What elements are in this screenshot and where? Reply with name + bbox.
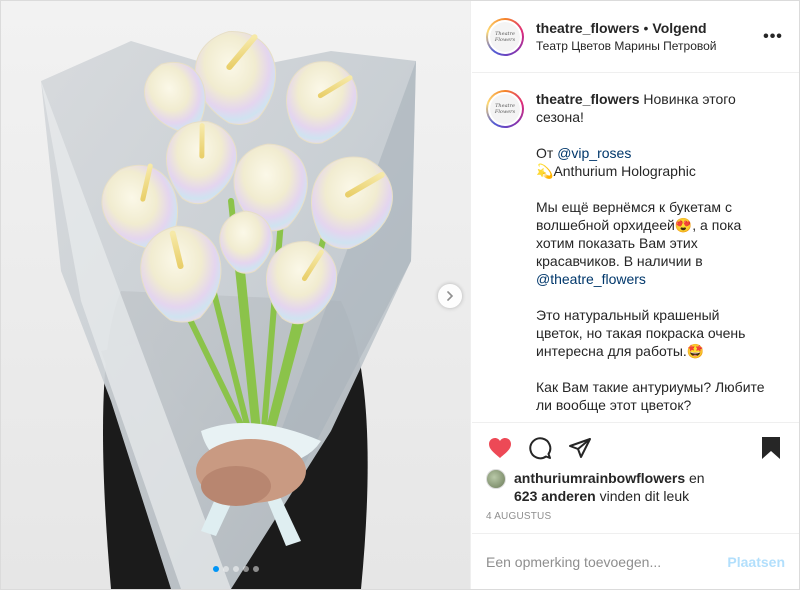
caption-avatar[interactable]: Theatre Flowers [486, 90, 524, 128]
more-icon: ••• [763, 27, 783, 45]
profile-logo: Theatre Flowers [490, 94, 520, 124]
post-date[interactable]: 4 AUGUSTUS [486, 511, 551, 522]
post-comment-button[interactable]: Plaatsen [727, 554, 785, 570]
mention-link[interactable]: @theatre_flowers [536, 271, 646, 287]
likes-and: en [685, 470, 705, 486]
separator-dot: • [643, 20, 649, 36]
caption-scroll-area[interactable]: Theatre Flowers theatre_flowers Новинка … [472, 74, 799, 422]
post-photo[interactable] [1, 1, 471, 589]
mention-link[interactable]: @vip_roses [557, 145, 631, 161]
bookmark-icon [762, 436, 780, 459]
comment-button[interactable] [520, 428, 560, 468]
header-username[interactable]: theatre_flowers [536, 20, 639, 36]
sparkle-emoji: 💫 [536, 163, 554, 179]
heart-icon [489, 437, 511, 458]
caption-text: theatre_flowers Новинка этого сезона! От… [536, 90, 766, 422]
caption-from-prefix: От [536, 145, 558, 161]
likes-suffix: vinden dit leuk [595, 488, 690, 504]
liker-avatar[interactable] [486, 469, 506, 489]
follow-button[interactable]: Volgend [652, 20, 706, 36]
carousel-dot [232, 566, 239, 572]
likes-summary: anthuriumrainbowflowers en 623 anderen v… [486, 469, 786, 505]
save-button[interactable] [751, 428, 791, 468]
caption-para3: Это натуральный крашеный цветок, но така… [536, 307, 746, 359]
action-bar [472, 422, 799, 472]
star-eyes-emoji: 🤩 [686, 343, 705, 359]
post-location[interactable]: Театр Цветов Марины Петровой [536, 39, 761, 53]
love-emoji: 😍 [674, 217, 693, 233]
share-button[interactable] [560, 428, 600, 468]
carousel-next-button[interactable] [438, 284, 462, 308]
comment-input[interactable] [486, 553, 728, 570]
post-sidebar: Theatre Flowers theatre_flowers • Volgen… [472, 1, 799, 589]
caption-product: Anthurium Holographic [553, 163, 696, 179]
carousel-dot [242, 566, 249, 572]
caption-para4: Как Вам такие антуриумы? Любите ли вообщ… [536, 379, 765, 413]
share-icon [569, 437, 591, 458]
chevron-right-icon [447, 291, 454, 301]
post-modal: Theatre Flowers theatre_flowers • Volgen… [0, 0, 800, 590]
like-button[interactable] [480, 428, 520, 468]
profile-logo: Theatre Flowers [490, 21, 520, 52]
carousel-dot [212, 566, 219, 572]
bouquet-photo [1, 1, 470, 589]
comment-icon [529, 436, 552, 459]
post-header: Theatre Flowers theatre_flowers • Volgen… [472, 1, 799, 73]
avatar[interactable]: Theatre Flowers [486, 17, 524, 56]
comment-form: Plaatsen [472, 533, 799, 589]
caption-username[interactable]: theatre_flowers [536, 91, 639, 107]
carousel-dot [252, 566, 259, 572]
likes-count-link[interactable]: 623 anderen [514, 488, 596, 504]
carousel-dot [222, 566, 229, 572]
carousel-indicator [1, 566, 470, 572]
liker-username[interactable]: anthuriumrainbowflowers [514, 470, 685, 486]
more-options-button[interactable]: ••• [761, 25, 785, 49]
